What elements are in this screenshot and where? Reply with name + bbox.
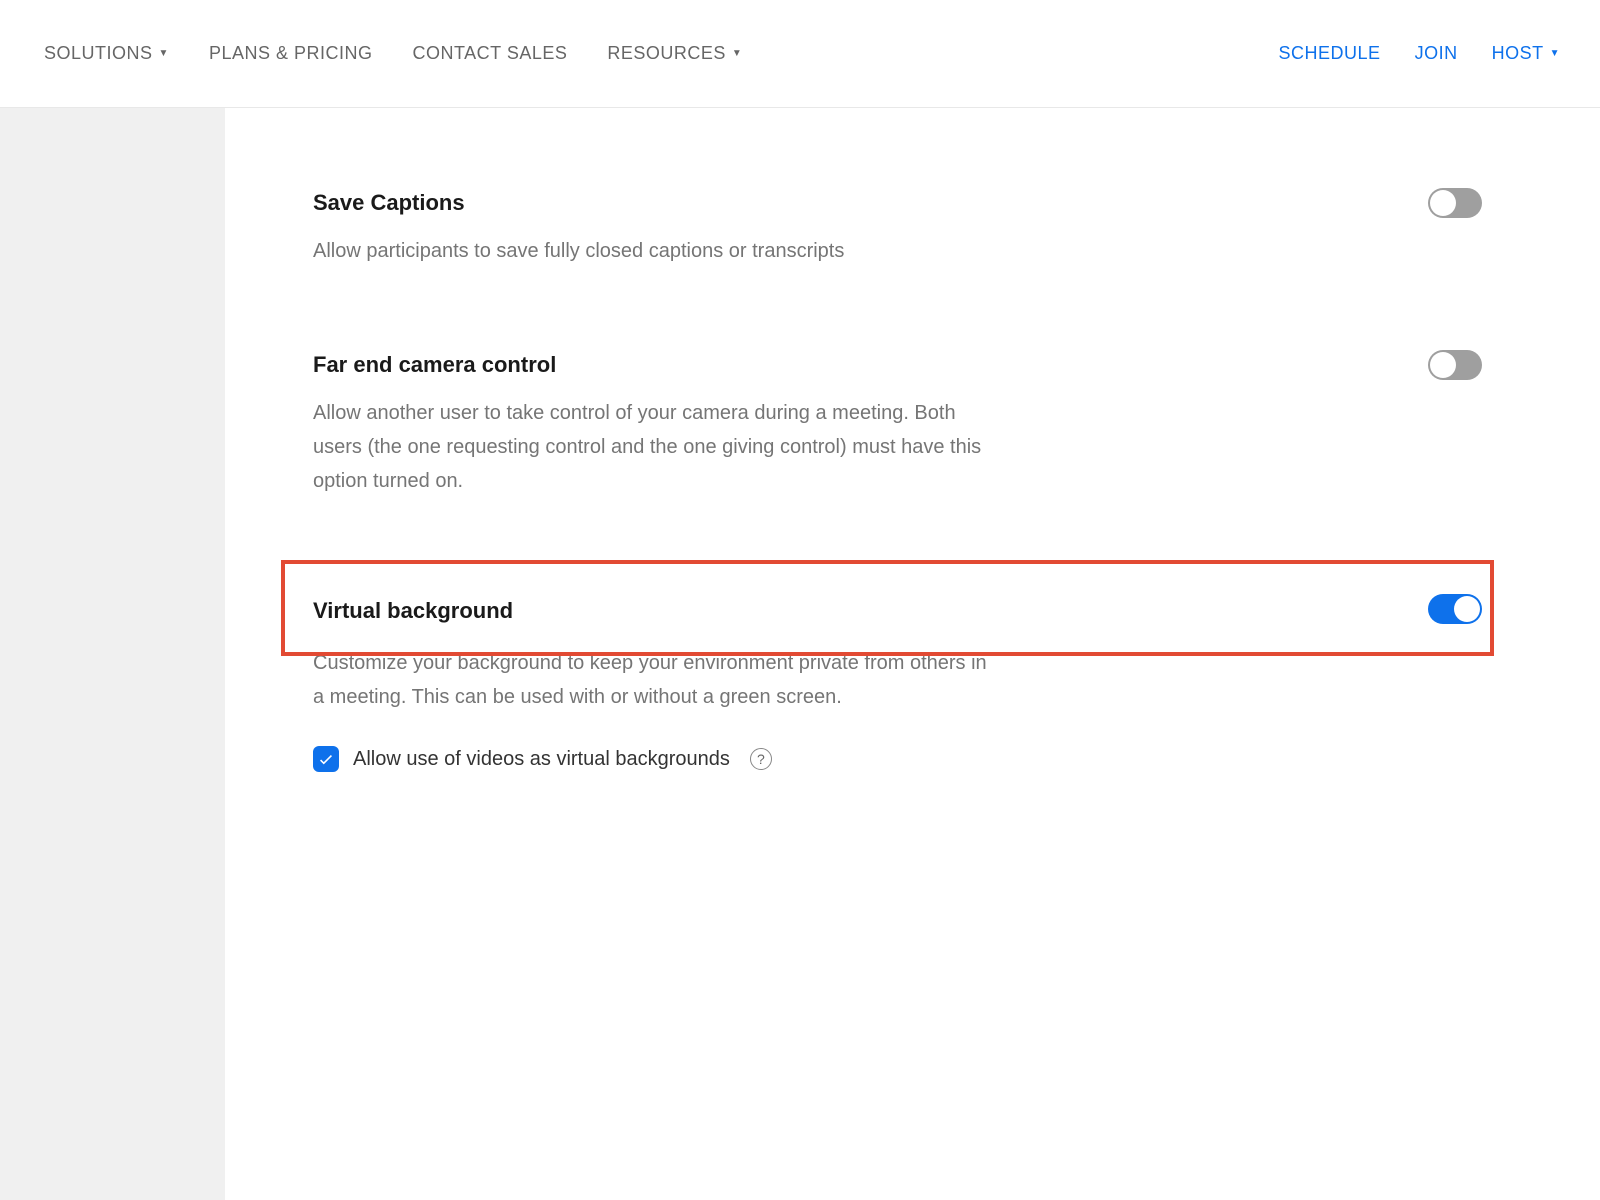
setting-far-end-camera: Far end camera control Allow another use… — [313, 320, 1550, 550]
chevron-down-icon: ▼ — [732, 48, 742, 59]
settings-panel: Full transcript Allow viewing of full tr… — [225, 108, 1600, 1200]
toggle-knob — [1430, 190, 1456, 216]
chevron-down-icon: ▼ — [159, 48, 169, 59]
toggle-save-captions[interactable] — [1428, 188, 1482, 218]
nav-left-group: SOLUTIONS ▼ PLANS & PRICING CONTACT SALE… — [44, 43, 1279, 64]
setting-title: Far end camera control — [313, 352, 1550, 378]
nav-join[interactable]: JOIN — [1415, 43, 1458, 64]
check-icon — [317, 750, 335, 768]
page-background: Full transcript Allow viewing of full tr… — [0, 108, 1600, 1200]
nav-label: JOIN — [1415, 43, 1458, 64]
nav-label: SOLUTIONS — [44, 43, 153, 64]
nav-label: HOST — [1492, 43, 1544, 64]
setting-desc: Allow another user to take control of yo… — [313, 396, 993, 498]
help-icon[interactable]: ? — [750, 748, 772, 770]
settings-list: Full transcript Allow viewing of full tr… — [225, 28, 1600, 824]
toggle-virtual-background[interactable] — [1428, 594, 1482, 624]
nav-contact-sales[interactable]: CONTACT SALES — [412, 43, 567, 64]
setting-title: Save Captions — [313, 190, 1550, 216]
toggle-knob — [1430, 352, 1456, 378]
nav-label: RESOURCES — [607, 43, 726, 64]
checkbox-allow-videos[interactable] — [313, 746, 339, 772]
nav-schedule[interactable]: SCHEDULE — [1279, 43, 1381, 64]
setting-save-captions: Save Captions Allow participants to save… — [313, 158, 1550, 320]
top-nav: SOLUTIONS ▼ PLANS & PRICING CONTACT SALE… — [0, 0, 1600, 108]
nav-plans-pricing[interactable]: PLANS & PRICING — [209, 43, 373, 64]
nav-host[interactable]: HOST ▼ — [1492, 43, 1560, 64]
chevron-down-icon: ▼ — [1550, 48, 1560, 59]
setting-desc: Customize your background to keep your e… — [313, 646, 993, 714]
setting-title: Virtual background — [313, 598, 1550, 624]
setting-virtual-background: Virtual background Customize your backgr… — [313, 550, 1550, 824]
toggle-knob — [1454, 596, 1480, 622]
setting-desc: Allow participants to save fully closed … — [313, 234, 993, 268]
nav-label: CONTACT SALES — [412, 43, 567, 64]
nav-label: SCHEDULE — [1279, 43, 1381, 64]
nav-right-group: SCHEDULE JOIN HOST ▼ — [1279, 43, 1560, 64]
checkbox-label: Allow use of videos as virtual backgroun… — [353, 748, 730, 771]
nav-resources[interactable]: RESOURCES ▼ — [607, 43, 742, 64]
toggle-far-end-camera[interactable] — [1428, 350, 1482, 380]
nav-label: PLANS & PRICING — [209, 43, 373, 64]
checkbox-row-allow-videos: Allow use of videos as virtual backgroun… — [313, 746, 1550, 772]
nav-solutions[interactable]: SOLUTIONS ▼ — [44, 43, 169, 64]
